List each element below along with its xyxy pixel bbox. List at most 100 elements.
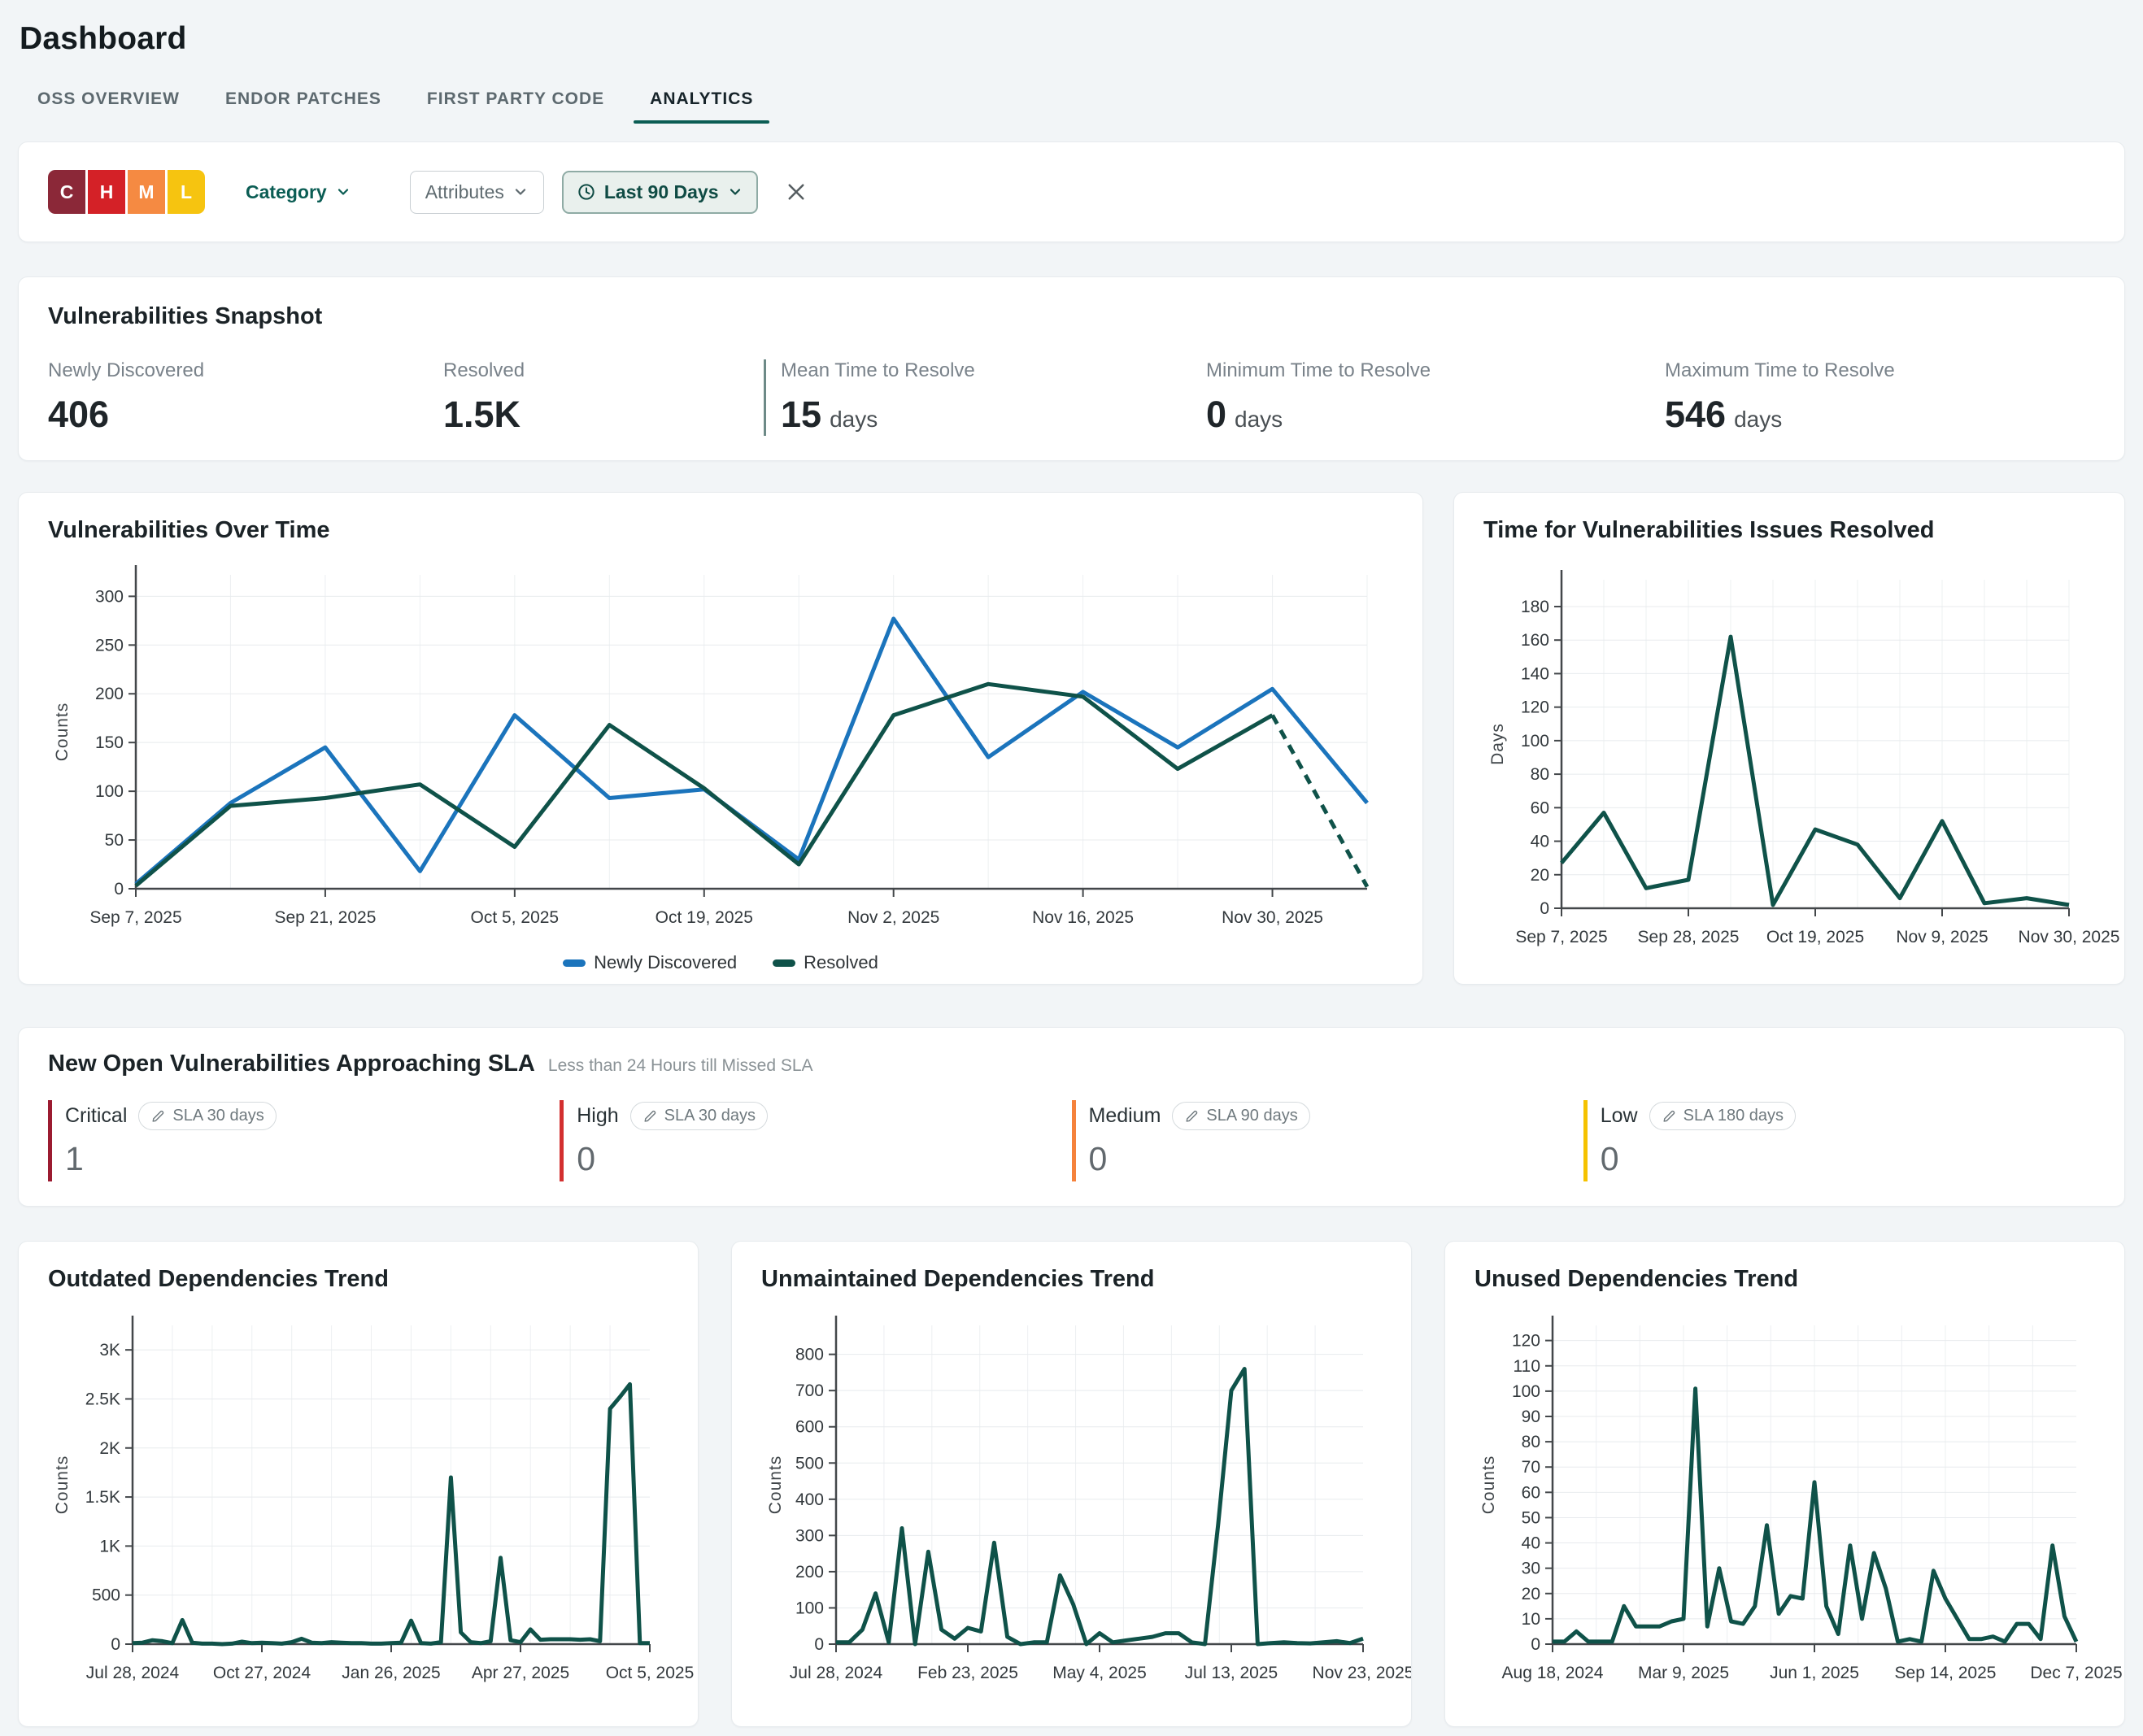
severity-badge-medium[interactable]: M <box>128 170 165 214</box>
line-chart: 0100200300400500600700800Jul 28, 2024Feb… <box>761 1304 1384 1704</box>
clock-icon <box>577 182 596 202</box>
time-range-label: Last 90 Days <box>604 181 719 203</box>
svg-text:60: 60 <box>1531 798 1549 817</box>
svg-text:100: 100 <box>795 1599 824 1617</box>
stat-suffix: days <box>1734 407 1782 433</box>
svg-text:Apr 27, 2025: Apr 27, 2025 <box>472 1664 569 1682</box>
chart-title: Time for Vulnerabilities Issues Resolved <box>1483 517 2095 544</box>
severity-badge-high[interactable]: H <box>88 170 125 214</box>
tab-endor-patches[interactable]: ENDOR PATCHES <box>225 89 381 124</box>
svg-text:180: 180 <box>1521 598 1549 616</box>
unmaintained-dependencies-card: Unmaintained Dependencies Trend 01002003… <box>731 1241 1412 1727</box>
chart-legend: Newly Discovered Resolved <box>48 952 1393 973</box>
clear-filters-button[interactable] <box>779 179 813 205</box>
svg-text:Oct 27, 2024: Oct 27, 2024 <box>213 1664 311 1682</box>
sla-pill-label: SLA 30 days <box>172 1107 264 1125</box>
svg-text:250: 250 <box>95 636 124 655</box>
svg-text:Nov 30, 2025: Nov 30, 2025 <box>1222 908 1323 927</box>
svg-text:Nov 16, 2025: Nov 16, 2025 <box>1032 908 1134 927</box>
svg-text:150: 150 <box>95 733 124 752</box>
stat-label: Maximum Time to Resolve <box>1665 359 1895 382</box>
snapshot-title: Vulnerabilities Snapshot <box>48 303 2095 330</box>
sla-severity-name: Medium <box>1089 1104 1161 1128</box>
svg-text:200: 200 <box>795 1563 824 1582</box>
category-dropdown[interactable]: Category <box>241 181 356 204</box>
svg-text:500: 500 <box>795 1454 824 1473</box>
svg-text:700: 700 <box>795 1381 824 1400</box>
chart-title: Outdated Dependencies Trend <box>48 1266 669 1293</box>
svg-text:Jan 26, 2025: Jan 26, 2025 <box>342 1664 440 1682</box>
severity-badge-critical[interactable]: C <box>48 170 85 214</box>
severity-filter-group[interactable]: C H M L <box>48 170 205 214</box>
svg-text:800: 800 <box>795 1346 824 1364</box>
outdated-dependencies-chart: 05001K1.5K2K2.5K3KJul 28, 2024Oct 27, 20… <box>48 1304 669 1704</box>
sla-count: 0 <box>577 1140 1071 1178</box>
svg-text:70: 70 <box>1522 1458 1540 1477</box>
svg-text:Nov 9, 2025: Nov 9, 2025 <box>1896 928 1988 946</box>
severity-badge-low[interactable]: L <box>168 170 205 214</box>
sla-title: New Open Vulnerabilities Approaching SLA <box>48 1051 535 1077</box>
svg-text:Oct 19, 2025: Oct 19, 2025 <box>1766 928 1864 946</box>
svg-text:Oct 19, 2025: Oct 19, 2025 <box>656 908 753 927</box>
stat-value: 0 <box>1206 394 1226 436</box>
svg-text:Dec 7, 2025: Dec 7, 2025 <box>2030 1664 2122 1682</box>
svg-text:80: 80 <box>1531 765 1549 784</box>
svg-text:2.5K: 2.5K <box>85 1390 120 1408</box>
svg-text:120: 120 <box>1512 1332 1540 1351</box>
svg-text:40: 40 <box>1522 1534 1540 1553</box>
svg-text:Jul 28, 2024: Jul 28, 2024 <box>790 1664 883 1682</box>
tab-analytics[interactable]: ANALYTICS <box>650 89 753 124</box>
unused-dependencies-chart: 0102030405060708090100110120Aug 18, 2024… <box>1474 1304 2095 1704</box>
svg-text:Jun 1, 2025: Jun 1, 2025 <box>1770 1664 1859 1682</box>
sla-subtitle: Less than 24 Hours till Missed SLA <box>548 1056 813 1076</box>
svg-text:Nov 23, 2025: Nov 23, 2025 <box>1313 1664 1412 1682</box>
legend-swatch-blue <box>563 959 586 967</box>
svg-text:300: 300 <box>95 587 124 606</box>
svg-text:500: 500 <box>92 1586 120 1605</box>
sla-pill-label: SLA 180 days <box>1683 1107 1784 1125</box>
sla-edit-high-button[interactable]: SLA 30 days <box>630 1102 768 1130</box>
vulnerabilities-over-time-card: Vulnerabilities Over Time 05010015020025… <box>18 492 1423 985</box>
stat-value: 15 <box>781 394 821 436</box>
svg-text:Sep 28, 2025: Sep 28, 2025 <box>1638 928 1740 946</box>
unused-dependencies-card: Unused Dependencies Trend 01020304050607… <box>1444 1241 2125 1727</box>
sla-edit-critical-button[interactable]: SLA 30 days <box>138 1102 276 1130</box>
sla-item-low: Low SLA 180 days 0 <box>1583 1100 2095 1181</box>
attributes-dropdown[interactable]: Attributes <box>410 171 544 214</box>
svg-text:0: 0 <box>1531 1635 1540 1654</box>
svg-text:20: 20 <box>1522 1585 1540 1603</box>
outdated-dependencies-card: Outdated Dependencies Trend 05001K1.5K2K… <box>18 1241 699 1727</box>
svg-text:3K: 3K <box>99 1341 120 1360</box>
svg-text:Counts: Counts <box>53 703 72 762</box>
pencil-icon <box>642 1108 658 1124</box>
filter-bar: C H M L Category Attributes Last 90 Days <box>18 141 2125 242</box>
legend-item-newly-discovered[interactable]: Newly Discovered <box>563 952 737 973</box>
svg-text:90: 90 <box>1522 1408 1540 1426</box>
sla-count: 0 <box>1601 1140 2095 1178</box>
line-chart: 05001K1.5K2K2.5K3KJul 28, 2024Oct 27, 20… <box>48 1304 671 1704</box>
svg-text:Days: Days <box>1488 723 1507 765</box>
svg-text:Nov 2, 2025: Nov 2, 2025 <box>847 908 939 927</box>
svg-text:0: 0 <box>114 880 124 898</box>
sla-severity-name: Low <box>1601 1104 1638 1128</box>
chart-title: Vulnerabilities Over Time <box>48 517 1393 544</box>
stat-maximum-time-to-resolve: Maximum Time to Resolve 546 days <box>1665 359 1895 436</box>
svg-text:Counts: Counts <box>53 1455 72 1515</box>
tab-first-party-code[interactable]: FIRST PARTY CODE <box>427 89 604 124</box>
svg-text:0: 0 <box>111 1635 120 1654</box>
sla-header: New Open Vulnerabilities Approaching SLA… <box>48 1051 2095 1077</box>
svg-text:100: 100 <box>95 782 124 801</box>
sla-edit-low-button[interactable]: SLA 180 days <box>1649 1102 1796 1130</box>
legend-label: Resolved <box>804 952 878 973</box>
sla-edit-medium-button[interactable]: SLA 90 days <box>1172 1102 1309 1130</box>
tab-bar: OSS OVERVIEW ENDOR PATCHES FIRST PARTY C… <box>37 89 2125 124</box>
sla-severity-name: High <box>577 1104 618 1128</box>
svg-text:Feb 23, 2025: Feb 23, 2025 <box>917 1664 1018 1682</box>
svg-text:0: 0 <box>814 1635 824 1654</box>
svg-text:Sep 21, 2025: Sep 21, 2025 <box>274 908 376 927</box>
tab-oss-overview[interactable]: OSS OVERVIEW <box>37 89 180 124</box>
time-range-filter[interactable]: Last 90 Days <box>562 171 758 214</box>
legend-item-resolved[interactable]: Resolved <box>773 952 878 973</box>
svg-text:300: 300 <box>795 1526 824 1545</box>
svg-text:50: 50 <box>105 831 124 850</box>
